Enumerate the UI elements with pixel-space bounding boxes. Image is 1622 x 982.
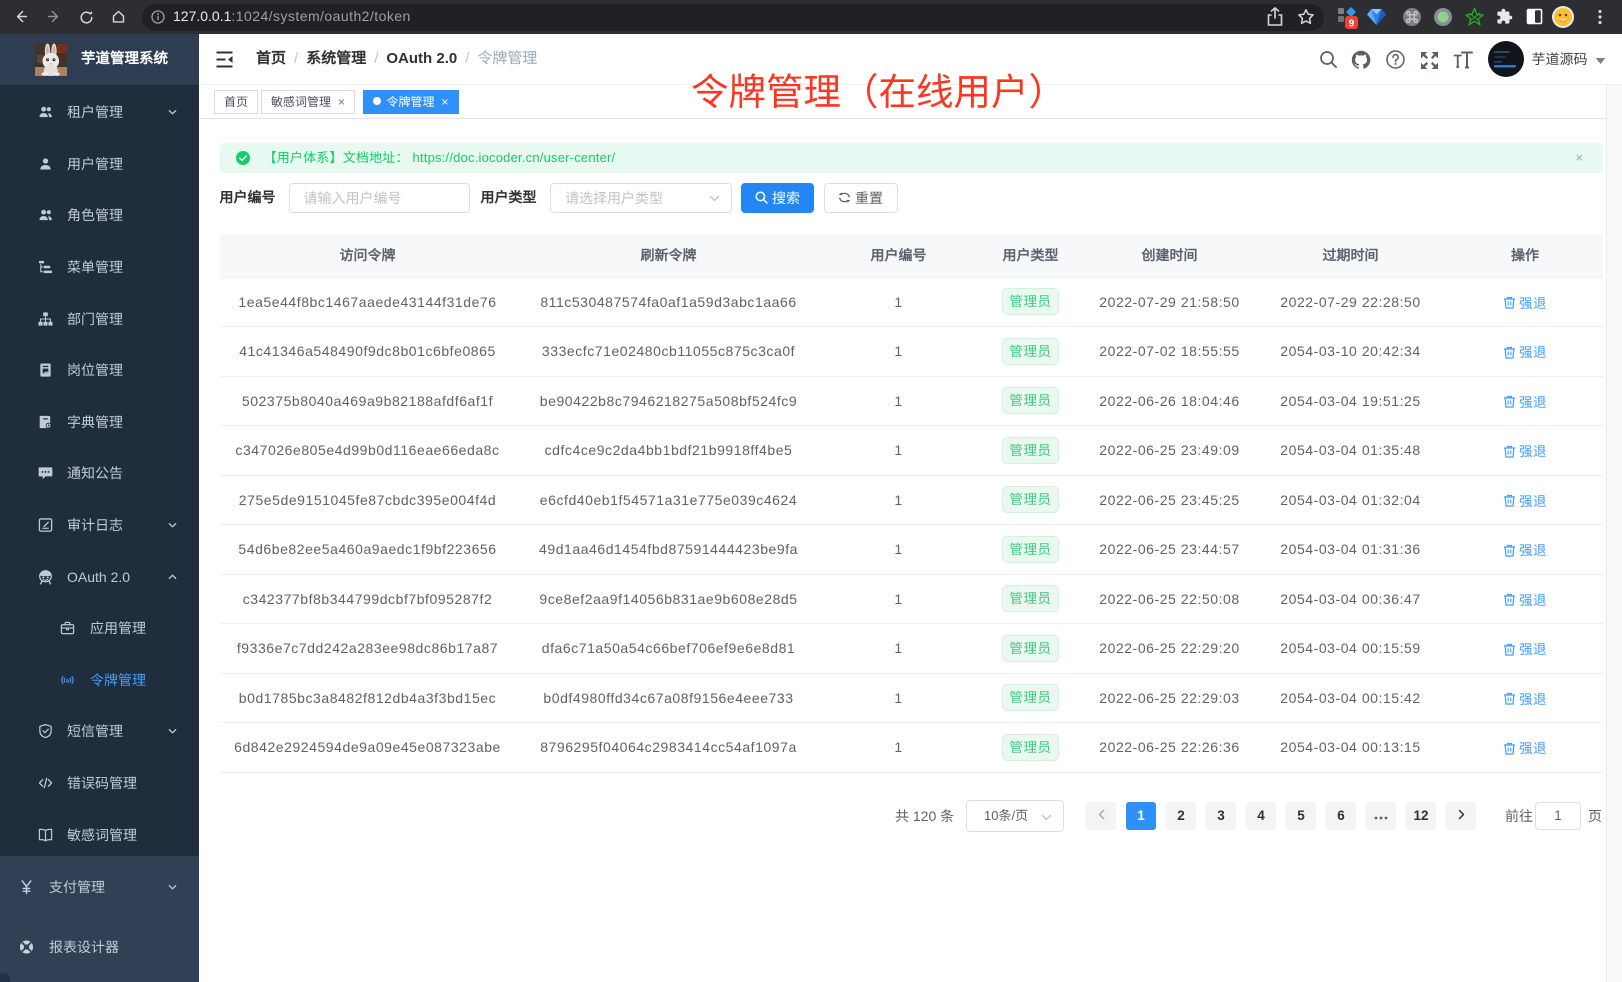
- svg-text:a: a: [66, 677, 70, 684]
- svg-text:9: 9: [1349, 19, 1355, 30]
